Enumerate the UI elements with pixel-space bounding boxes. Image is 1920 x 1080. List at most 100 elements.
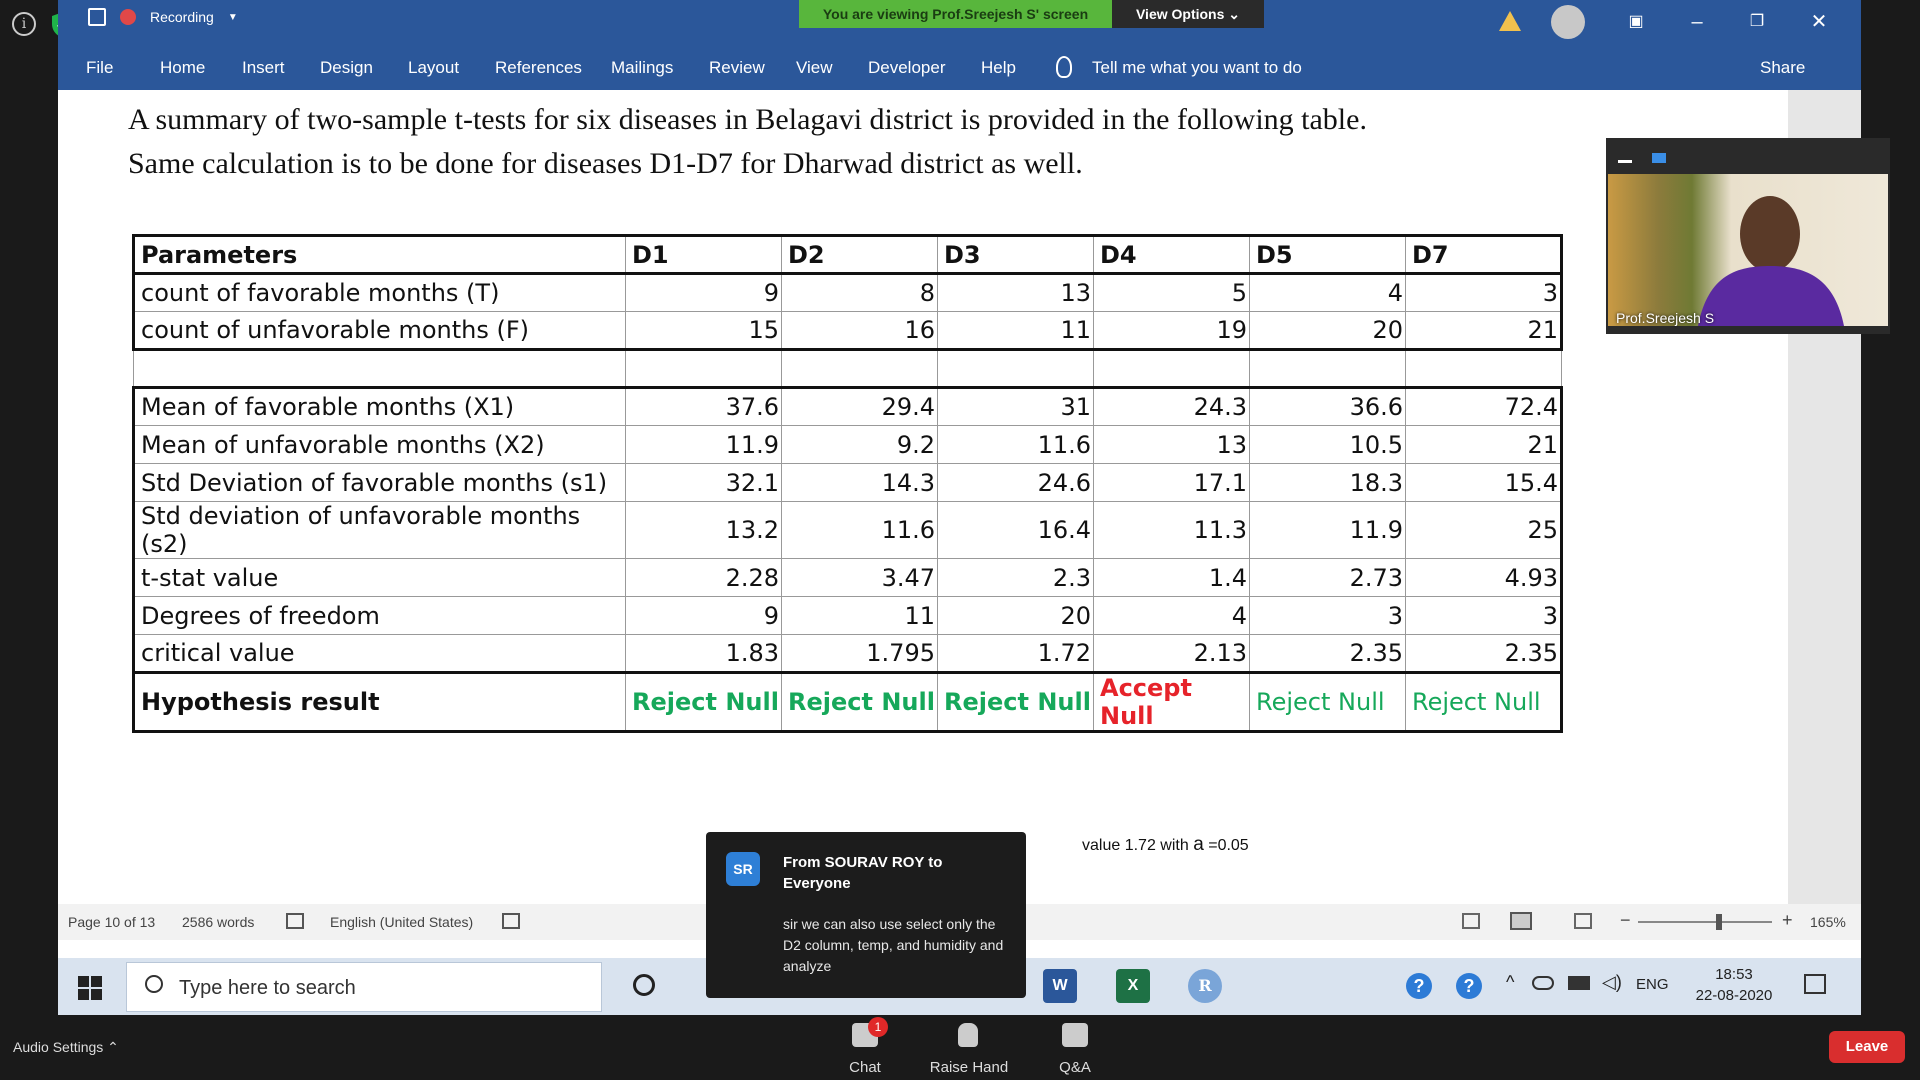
account-avatar-icon[interactable] xyxy=(1551,5,1585,39)
onedrive-icon[interactable] xyxy=(1532,976,1554,990)
param-cell: count of favorable months (T) xyxy=(132,273,626,312)
blank-cell xyxy=(1405,349,1562,388)
chat-button[interactable]: Chat xyxy=(820,1059,910,1076)
r-taskbar-icon[interactable]: R xyxy=(1188,969,1222,1003)
battery-icon[interactable] xyxy=(1568,976,1590,990)
tell-me-search[interactable]: Tell me what you want to do xyxy=(1092,58,1302,78)
param-cell: count of unfavorable months (F) xyxy=(132,311,626,351)
presenter-video-feed xyxy=(1608,174,1888,326)
web-layout-icon[interactable] xyxy=(1574,913,1592,929)
help-tray-icon[interactable]: ? xyxy=(1406,973,1432,999)
qa-icon[interactable] xyxy=(1062,1023,1088,1047)
tab-insert[interactable]: Insert xyxy=(242,58,285,78)
zoom-in-icon[interactable]: + xyxy=(1782,910,1793,931)
document-canvas[interactable]: A summary of two-sample t-tests for six … xyxy=(58,90,1861,904)
leave-button[interactable]: Leave xyxy=(1829,1031,1905,1063)
value-cell: 2.13 xyxy=(1093,634,1250,673)
info-icon[interactable]: i xyxy=(12,12,36,36)
cortana-icon[interactable] xyxy=(633,974,655,996)
chat-message: sir we can also use select only the D2 c… xyxy=(783,916,1004,974)
presenter-video-panel[interactable]: Prof.Sreejesh S xyxy=(1606,138,1890,334)
restore-icon[interactable]: ❐ xyxy=(1742,8,1772,36)
value-cell: 8 xyxy=(781,273,938,312)
minimize-icon[interactable]: – xyxy=(1682,8,1712,36)
value-cell: 3 xyxy=(1405,273,1563,312)
print-layout-icon[interactable] xyxy=(1510,912,1532,930)
notification-icon[interactable] xyxy=(1804,974,1826,994)
value-cell: 9 xyxy=(625,596,782,635)
value-cell: 1.795 xyxy=(781,634,938,673)
blank-cell xyxy=(1249,349,1406,388)
search-placeholder: Type here to search xyxy=(179,977,356,999)
zoom-out-icon[interactable]: − xyxy=(1620,910,1631,931)
value-cell: 19 xyxy=(1093,311,1250,351)
tab-file[interactable]: File xyxy=(86,58,113,78)
chat-notification-popup[interactable]: SR From SOURAV ROY to Everyone sir we ca… xyxy=(706,832,1026,998)
value-cell: 11.3 xyxy=(1093,501,1250,559)
presenter-name: Prof.Sreejesh S xyxy=(1616,310,1715,326)
value-cell: 32.1 xyxy=(625,463,782,502)
ribbon-tabs: File Home Insert Design Layout Reference… xyxy=(58,48,1861,90)
raise-hand-icon[interactable] xyxy=(958,1023,978,1047)
value-cell: 20 xyxy=(1249,311,1406,351)
zoom-slider-thumb[interactable] xyxy=(1716,914,1722,930)
ribbon-display-icon[interactable]: ▣ xyxy=(1621,8,1651,36)
save-icon[interactable] xyxy=(88,8,106,26)
value-cell: 11.9 xyxy=(1249,501,1406,559)
header-cell: D2 xyxy=(781,234,938,275)
proofing-icon[interactable] xyxy=(286,913,304,929)
warning-icon[interactable] xyxy=(1499,11,1521,31)
value-cell: 15.4 xyxy=(1405,463,1563,502)
tab-design[interactable]: Design xyxy=(320,58,373,78)
language-label[interactable]: English (United States) xyxy=(330,914,473,930)
presenter-silhouette-icon xyxy=(1698,196,1844,326)
value-cell: 4 xyxy=(1093,596,1250,635)
audio-settings-button[interactable]: Audio Settings ⌃ xyxy=(13,1039,119,1056)
taskbar-search-box[interactable]: Type here to search xyxy=(126,962,602,1012)
expand-video-icon[interactable] xyxy=(1652,153,1666,163)
value-cell: 3 xyxy=(1249,596,1406,635)
tab-layout[interactable]: Layout xyxy=(408,58,459,78)
value-cell: 2.28 xyxy=(625,558,782,597)
tab-references[interactable]: References xyxy=(495,58,582,78)
excel-taskbar-icon[interactable]: X xyxy=(1116,969,1150,1003)
result-cell: Accept Null xyxy=(1093,671,1250,733)
page-count[interactable]: Page 10 of 13 xyxy=(68,914,155,930)
tab-mailings[interactable]: Mailings xyxy=(611,58,673,78)
tab-review[interactable]: Review xyxy=(709,58,765,78)
tab-developer[interactable]: Developer xyxy=(868,58,946,78)
partial-body-text: value 1.72 with a =0.05 xyxy=(1082,834,1249,856)
chat-sender: From SOURAV ROY to Everyone xyxy=(783,854,943,892)
accessibility-icon[interactable] xyxy=(502,913,520,929)
value-cell: 14.3 xyxy=(781,463,938,502)
minimize-video-icon[interactable] xyxy=(1618,160,1632,163)
qat-dropdown-icon[interactable]: ▼ xyxy=(228,12,238,23)
result-cell: Reject Null xyxy=(781,671,938,733)
windows-start-icon[interactable] xyxy=(78,976,102,1000)
zoom-slider[interactable] xyxy=(1638,921,1772,923)
tab-home[interactable]: Home xyxy=(160,58,205,78)
sender-avatar: SR xyxy=(726,852,760,886)
table-row: Degrees of freedom 9 11 20 4 3 3 xyxy=(132,596,1563,635)
value-cell: 13.2 xyxy=(625,501,782,559)
word-count[interactable]: 2586 words xyxy=(182,914,254,930)
recording-label: Recording xyxy=(150,9,214,25)
table-row: Mean of unfavorable months (X2) 11.9 9.2… xyxy=(132,425,1563,464)
raise-hand-button[interactable]: Raise Hand xyxy=(924,1059,1014,1076)
table-row: Std Deviation of favorable months (s1) 3… xyxy=(132,463,1563,502)
tab-view[interactable]: View xyxy=(796,58,833,78)
view-options-button[interactable]: View Options ⌄ xyxy=(1112,0,1264,28)
share-button[interactable]: Share xyxy=(1760,58,1805,78)
help-tray-icon-2[interactable]: ? xyxy=(1456,973,1482,999)
value-cell: 17.1 xyxy=(1093,463,1250,502)
tab-help[interactable]: Help xyxy=(981,58,1016,78)
video-panel-header xyxy=(1606,138,1890,174)
close-icon[interactable]: ✕ xyxy=(1804,8,1834,36)
blank-cell xyxy=(133,349,626,388)
zoom-level[interactable]: 165% xyxy=(1810,914,1846,930)
alpha-symbol: a xyxy=(1193,834,1204,855)
word-taskbar-icon[interactable]: W xyxy=(1043,969,1077,1003)
qa-button[interactable]: Q&A xyxy=(1030,1059,1120,1076)
table-row: count of unfavorable months (F) 15 16 11… xyxy=(132,311,1563,351)
read-mode-icon[interactable] xyxy=(1462,913,1480,929)
